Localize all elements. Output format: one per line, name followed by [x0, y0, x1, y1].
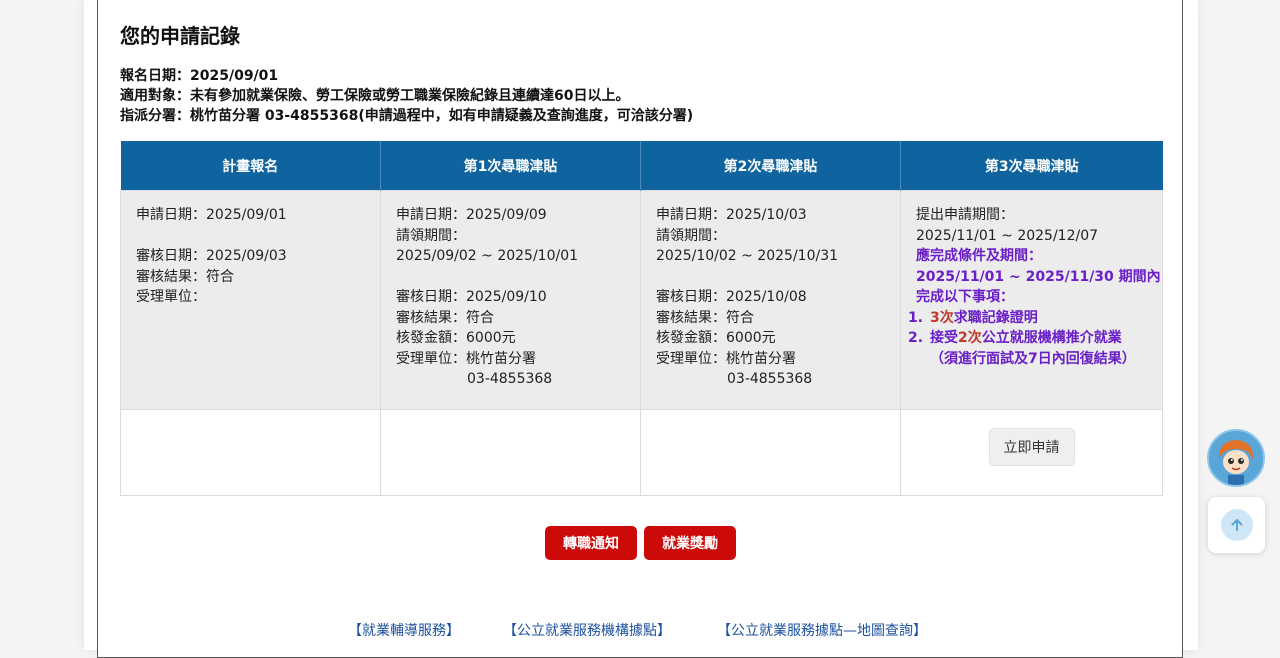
empty-cell [640, 409, 901, 496]
link-employment-guidance[interactable]: 【就業輔導服務】 [348, 620, 460, 640]
approved-amount: 核發金額：6000元 [656, 330, 776, 346]
page-title: 您的申請記錄 [120, 24, 240, 48]
condition-label: 應完成條件及期間： [916, 248, 1042, 264]
chat-assistant-avatar[interactable] [1207, 429, 1265, 487]
apply-date: 申請日期：2025/09/09 [396, 207, 547, 223]
header-allowance-3: 第3次尋職津貼 [900, 141, 1163, 191]
arrow-up-icon [1220, 509, 1253, 541]
apply-date: 申請日期：2025/09/01 [136, 207, 287, 223]
condition-item-2: 2. 接受 2次 公立就服機構推介就業 [908, 328, 1148, 349]
mascot-icon [1209, 431, 1263, 485]
employment-reward-button[interactable]: 就業獎勵 [644, 526, 736, 560]
condition-tail: 完成以下事項： [916, 289, 1014, 305]
header-allowance-2: 第2次尋職津貼 [640, 141, 901, 191]
review-date: 審核日期：2025/09/03 [136, 248, 287, 264]
item-text: 公立就服機構推介就業 [981, 330, 1122, 346]
period-label: 請領期間： [396, 227, 466, 244]
submit-period-label: 提出申請期間： [916, 207, 1014, 223]
review-result: 審核結果：符合 [656, 309, 754, 326]
allowance-3-cell: 提出申請期間： 2025/11/01 ~ 2025/12/07 應完成條件及期間… [900, 190, 1163, 410]
link-public-service-locations[interactable]: 【公立就業服務機構據點】 [503, 620, 671, 640]
item-number: 2. [908, 330, 924, 346]
item-count: 2次 [958, 330, 982, 346]
header-registration: 計畫報名 [120, 141, 381, 191]
apply-date: 申請日期：2025/10/03 [656, 207, 807, 223]
claim-period: 2025/09/02 ~ 2025/10/01 [396, 248, 579, 264]
empty-cell [380, 409, 641, 496]
assigned-office: 指派分署：桃竹苗分署 03-4855368(申請過程中，如有申請疑義及查詢進度，… [120, 108, 694, 124]
approved-amount: 核發金額：6000元 [396, 330, 516, 346]
review-date: 審核日期：2025/09/10 [396, 289, 547, 305]
condition-period: 2025/11/01 ~ 2025/11/30 期間內 [916, 268, 1161, 285]
submit-period: 2025/11/01 ~ 2025/12/07 [916, 227, 1099, 244]
period-label: 請領期間： [656, 227, 726, 244]
table-row: 申請日期：2025/09/01 審核日期：2025/09/03 審核結果：符合 … [120, 190, 1163, 410]
item-prefix: 接受 [930, 330, 958, 346]
handling-unit: 受理單位： [136, 289, 206, 305]
header-allowance-1: 第1次尋職津貼 [380, 141, 641, 191]
transfer-notice-button[interactable]: 轉職通知 [545, 526, 637, 560]
application-meta: 報名日期：2025/09/01 適用對象：未有參加就業保險、勞工保險或勞工職業保… [120, 66, 693, 126]
apply-now-button[interactable]: 立即申請 [988, 427, 1075, 466]
allowance-1-cell: 申請日期：2025/09/09 請領期間： 2025/09/02 ~ 2025/… [380, 190, 641, 410]
eligibility-text: 適用對象：未有參加就業保險、勞工保險或勞工職業保險紀錄且連續達60日以上。 [120, 88, 630, 104]
table-header-row: 計畫報名 第1次尋職津貼 第2次尋職津貼 第3次尋職津貼 [120, 141, 1163, 191]
link-service-map[interactable]: 【公立就業服務據點—地圖查詢】 [717, 620, 927, 640]
scroll-to-top-button[interactable] [1208, 497, 1265, 553]
handling-unit: 受理單位：桃竹苗分署 [396, 350, 536, 367]
review-date: 審核日期：2025/10/08 [656, 289, 807, 305]
unit-phone: 03-4855368 [727, 371, 813, 387]
unit-phone: 03-4855368 [467, 371, 553, 387]
condition-note: （須進行面試及7日內回復結果） [930, 350, 1136, 367]
registration-cell: 申請日期：2025/09/01 審核日期：2025/09/03 審核結果：符合 … [120, 190, 381, 410]
condition-item-1: 1. 3次 求職記錄證明 [908, 308, 1148, 329]
item-count: 3次 [930, 309, 954, 326]
action-cell: 立即申請 [900, 409, 1163, 496]
allowance-2-cell: 申請日期：2025/10/03 請領期間： 2025/10/02 ~ 2025/… [640, 190, 901, 410]
review-result: 審核結果：符合 [396, 309, 494, 326]
handling-unit: 受理單位：桃竹苗分署 [656, 350, 796, 367]
claim-period: 2025/10/02 ~ 2025/10/31 [656, 248, 839, 264]
table-row: 立即申請 [120, 409, 1163, 496]
item-text: 求職記錄證明 [953, 309, 1038, 326]
empty-cell [120, 409, 381, 496]
registration-date: 報名日期：2025/09/01 [120, 68, 279, 84]
review-result: 審核結果：符合 [136, 268, 234, 285]
item-number: 1. [908, 309, 924, 326]
records-table: 計畫報名 第1次尋職津貼 第2次尋職津貼 第3次尋職津貼 申請日期：2025/0… [120, 141, 1163, 496]
